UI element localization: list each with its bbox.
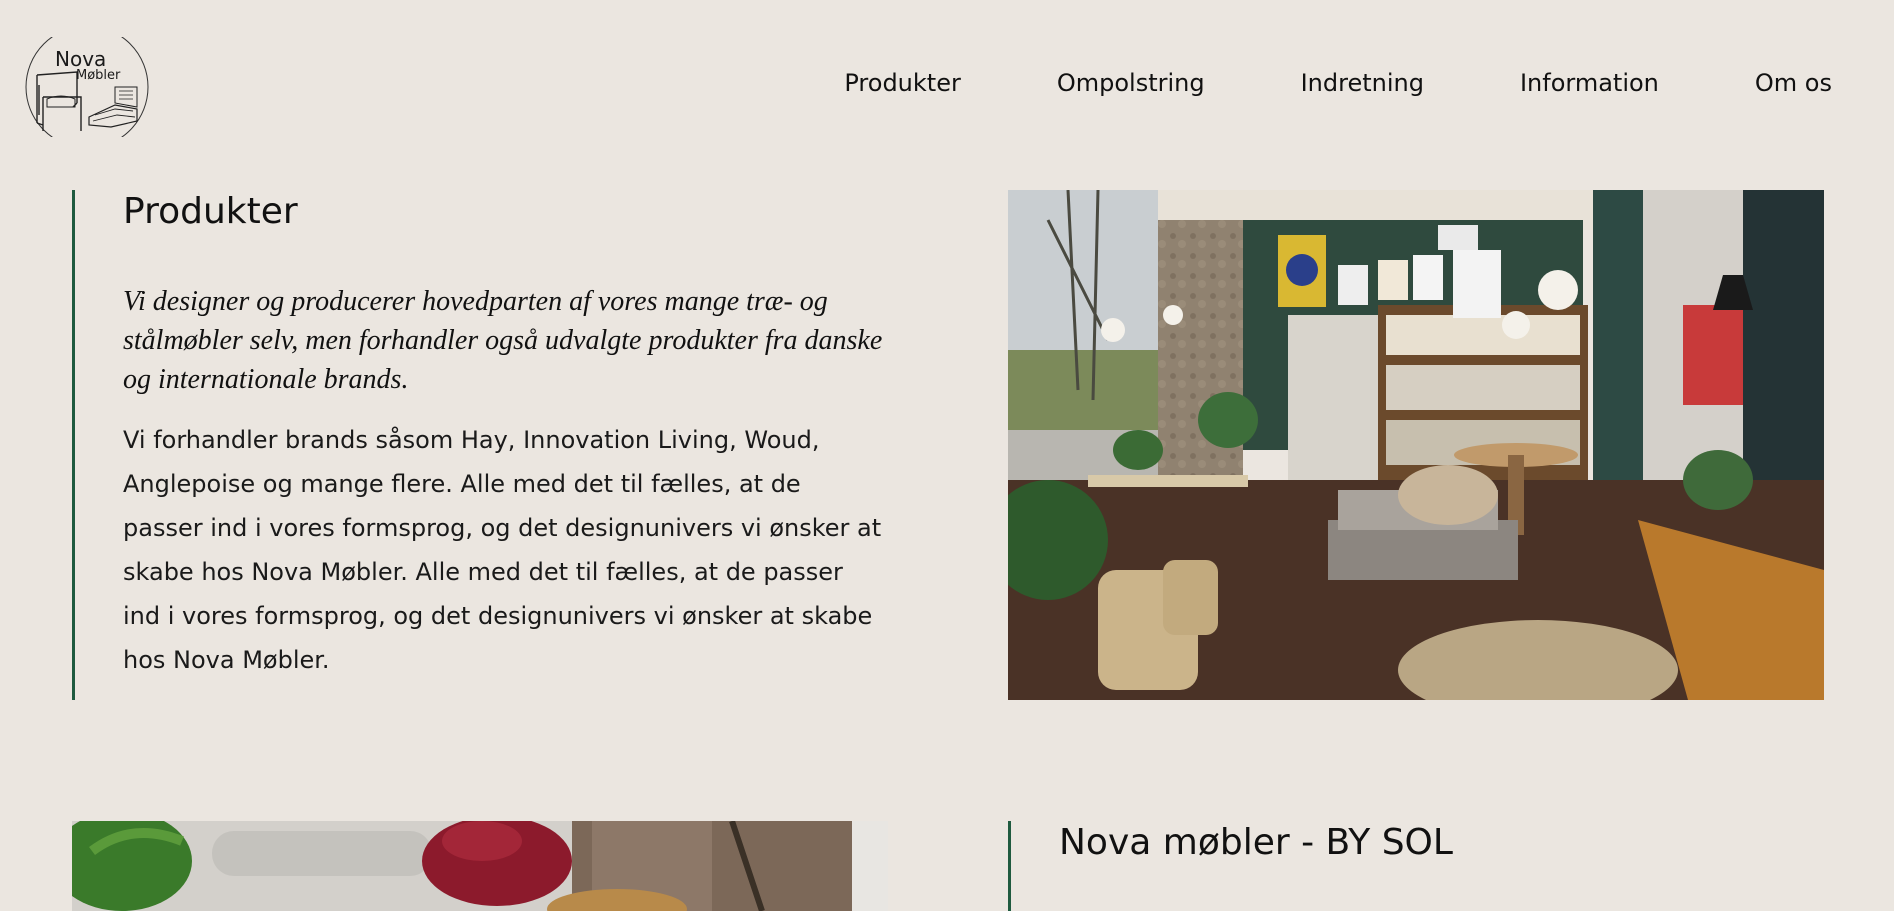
showroom-photo — [1008, 190, 1824, 700]
section-lead-text: Vi designer og producerer hovedparten af… — [123, 286, 883, 395]
logo-text-mobler: Møbler — [76, 68, 121, 83]
main-nav: Produkter Ompolstring Indretning Informa… — [844, 67, 1832, 99]
section-body-text: Vi forhandler brands såsom Hay, Innovati… — [123, 426, 882, 674]
section-title-by-sol: Nova møbler - BY SOL — [1059, 822, 1453, 863]
nav-item-produkter[interactable]: Produkter — [844, 67, 960, 99]
storefront-plant-photo — [72, 821, 888, 911]
section-accent-bar — [72, 190, 75, 700]
section-accent-bar-2 — [1008, 821, 1011, 911]
nav-item-indretning[interactable]: Indretning — [1301, 67, 1424, 99]
logo[interactable]: Nova Møbler — [25, 37, 149, 137]
section-title-produkter: Produkter — [123, 191, 298, 232]
nav-item-information[interactable]: Information — [1520, 67, 1659, 99]
nav-item-om-os[interactable]: Om os — [1755, 67, 1832, 99]
nav-item-ompolstring[interactable]: Ompolstring — [1057, 67, 1205, 99]
